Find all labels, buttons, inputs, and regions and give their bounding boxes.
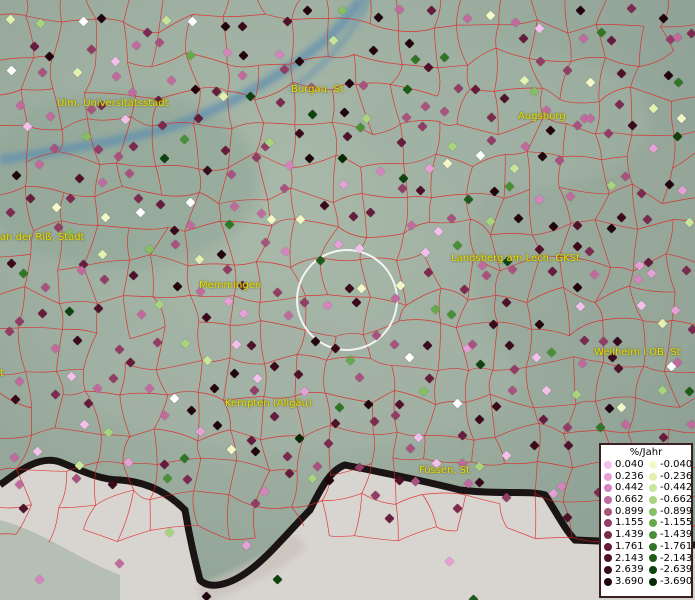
legend-swatch-negative — [649, 530, 657, 539]
legend-label-positive: 3.690 — [615, 575, 644, 587]
legend-swatch-negative — [649, 554, 657, 563]
legend-title: %/Jahr — [629, 447, 663, 458]
legend-label-positive: 1.761 — [615, 540, 644, 552]
legend-swatch-positive — [604, 460, 612, 469]
legend-swatch-positive — [604, 566, 612, 575]
legend-swatch-positive — [604, 519, 612, 528]
legend-swatch-positive — [604, 577, 612, 586]
legend-swatch-positive — [604, 542, 612, 551]
legend-row: 0.442 -0.442 — [601, 482, 693, 494]
legend-swatch-negative — [649, 577, 657, 586]
legend-swatch-negative — [649, 495, 657, 504]
legend-label-positive: 0.442 — [615, 482, 644, 494]
legend-row: 1.761 -1.761 — [601, 540, 693, 553]
legend-row: 0.040 -0.040 — [601, 459, 693, 471]
city-label-riss: an der Riß, Stadt — [0, 232, 85, 243]
legend-label-negative: -0.236 — [660, 470, 693, 482]
legend-swatch-positive — [604, 507, 612, 516]
legend-row: 0.662 -0.662 — [601, 494, 693, 506]
city-label-fuessen: Füssen, St — [419, 465, 471, 476]
legend-swatch-negative — [649, 472, 657, 481]
legend-label-positive: 1.439 — [615, 529, 644, 541]
legend-swatch-positive — [604, 472, 612, 481]
legend-row: 1.155 -1.155 — [601, 517, 693, 529]
legend-label-negative: -0.662 — [660, 494, 693, 506]
map-canvas[interactable]: Ulm, Universitätsstadt Burgau, St Augsbu… — [0, 0, 695, 600]
legend-row: 2.143 -2.143 — [601, 552, 693, 565]
legend-label-negative: -3.690 — [660, 575, 693, 587]
city-label-weilheim: Weilheim i.OB, St — [594, 347, 681, 358]
legend-row: 2.639 -2.639 — [601, 564, 693, 576]
map-basemap — [0, 0, 695, 600]
city-label-burgau: Burgau, St — [291, 84, 344, 95]
city-label-kempten: Kempten (Allgäu) — [225, 398, 312, 409]
legend-label-negative: -2.639 — [660, 564, 693, 576]
legend-label-positive: 0.662 — [615, 494, 644, 506]
legend-row: 3.690 -3.690 — [601, 575, 693, 588]
legend-label-negative: -0.899 — [660, 505, 693, 517]
legend-swatch-positive — [604, 484, 612, 493]
legend-label-positive: 0.236 — [615, 470, 644, 482]
legend-swatch-negative — [649, 507, 657, 516]
legend-swatch-negative — [649, 566, 657, 575]
legend-swatch-negative — [649, 542, 657, 551]
legend-swatch-positive — [604, 554, 612, 563]
legend-label-negative: -0.040 — [660, 459, 693, 470]
city-label-ulm: Ulm, Universitätsstadt — [57, 98, 169, 109]
legend-label-positive: 2.639 — [615, 564, 644, 576]
legend-swatch-negative — [649, 460, 657, 469]
map-legend: %/Jahr 0.040 -0.040 0.236 -0.236 0.442 -0.442… — [599, 443, 693, 598]
legend-row: 0.899 -0.899 — [601, 505, 693, 518]
legend-label-negative: -0.442 — [660, 482, 693, 494]
legend-label-positive: 0.040 — [615, 459, 644, 470]
legend-label-positive: 2.143 — [615, 552, 644, 564]
legend-label-negative: -1.761 — [660, 540, 693, 552]
city-label-augsburg: Augsburg — [518, 111, 566, 122]
city-label-edge: t — [0, 368, 4, 379]
city-label-memmingen: Memmingen — [199, 280, 262, 291]
legend-row: 1.439 -1.439 — [601, 529, 693, 541]
legend-swatch-positive — [604, 495, 612, 504]
legend-label-negative: -2.143 — [660, 552, 693, 564]
legend-swatch-negative — [649, 484, 657, 493]
legend-swatch-negative — [649, 519, 657, 528]
legend-label-positive: 1.155 — [615, 517, 644, 529]
city-label-landsberg: Landsberg am Lech, GKSt — [451, 253, 580, 264]
legend-swatch-positive — [604, 530, 612, 539]
legend-label-negative: -1.155 — [660, 517, 693, 529]
legend-row: 0.236 -0.236 — [601, 470, 693, 483]
legend-label-positive: 0.899 — [615, 505, 644, 517]
legend-label-negative: -1.439 — [660, 529, 693, 541]
